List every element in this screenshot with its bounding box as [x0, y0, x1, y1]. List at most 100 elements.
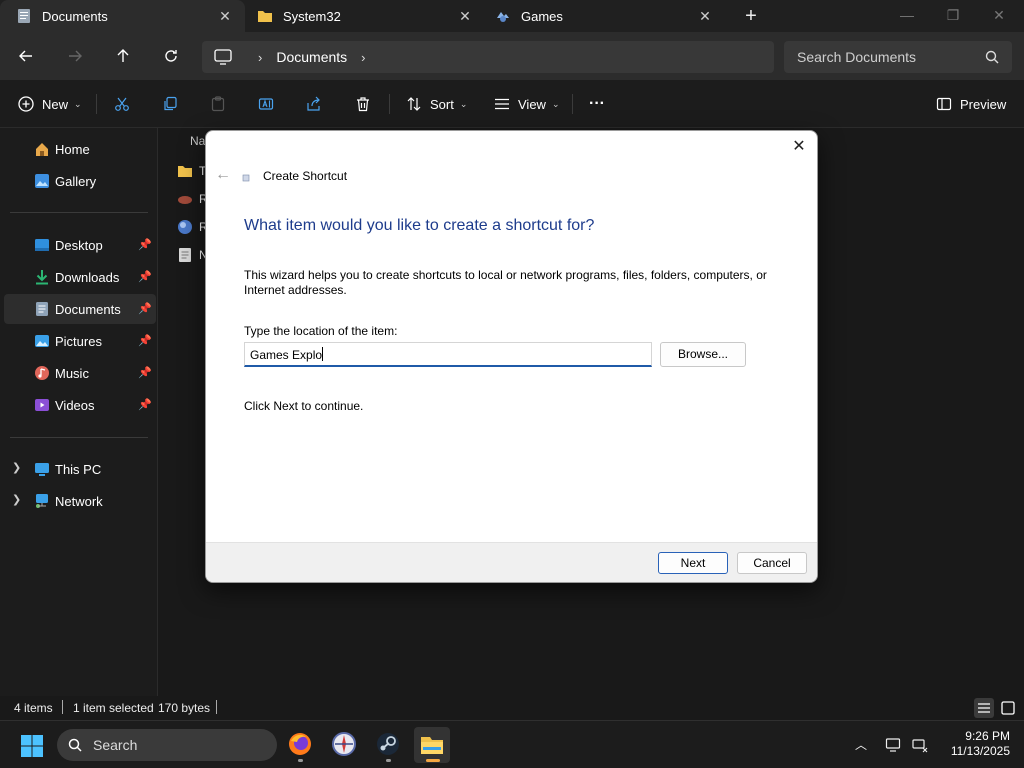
- preview-button[interactable]: Preview: [936, 92, 1006, 116]
- back-button[interactable]: [14, 44, 38, 68]
- dialog-title: Create Shortcut: [263, 169, 348, 183]
- rename-icon: [258, 98, 274, 110]
- chevron-down-icon: ⌄: [551, 98, 560, 109]
- create-shortcut-dialog: ✕ ← Create Shortcut What item would you …: [205, 130, 818, 583]
- details-view-button[interactable]: [974, 698, 994, 718]
- plus-circle-icon: [18, 96, 34, 112]
- sidebar-item-label: Desktop: [55, 237, 103, 253]
- copy-icon: [164, 96, 177, 111]
- close-icon[interactable]: ✕: [789, 137, 809, 157]
- sidebar-item-label: Gallery: [55, 173, 97, 189]
- document-icon: [179, 248, 191, 262]
- new-button[interactable]: New ⌄: [18, 92, 82, 116]
- sidebar-item-videos[interactable]: Videos 📌: [4, 390, 156, 420]
- rename-button[interactable]: [258, 92, 282, 116]
- taskbar-search[interactable]: Search: [57, 729, 277, 761]
- sidebar-item-music[interactable]: Music 📌: [4, 358, 156, 388]
- games-icon: [497, 12, 509, 22]
- cut-button[interactable]: [114, 92, 138, 116]
- browse-button[interactable]: Browse...: [660, 342, 746, 367]
- copy-button[interactable]: [162, 92, 186, 116]
- search-icon: [68, 738, 82, 752]
- delete-button[interactable]: [355, 92, 379, 116]
- cancel-button[interactable]: Cancel: [737, 552, 807, 574]
- share-button[interactable]: [306, 92, 330, 116]
- forward-button[interactable]: [63, 44, 87, 68]
- network-status-icon[interactable]: [911, 736, 929, 754]
- view-button[interactable]: View ⌄: [494, 92, 560, 116]
- view-list-icon: [495, 98, 509, 110]
- clock[interactable]: 9:26 PM 11/13/2025: [940, 729, 1010, 759]
- close-tab-icon[interactable]: ✕: [217, 8, 233, 24]
- sidebar-item-label: This PC: [55, 461, 102, 477]
- folder-icon: [178, 166, 192, 177]
- windows-start-icon[interactable]: [20, 734, 44, 758]
- pin-icon[interactable]: 📌: [138, 366, 152, 379]
- continue-hint: Click Next to continue.: [244, 399, 364, 413]
- taskbar-search-label: Search: [93, 737, 138, 753]
- sidebar-item-desktop[interactable]: Desktop 📌: [4, 230, 156, 260]
- active-indicator: [426, 759, 440, 762]
- sidebar-item-label: Music: [55, 365, 89, 381]
- taskbar-app-steam[interactable]: [370, 727, 406, 763]
- chevron-up-icon[interactable]: ︿: [855, 736, 867, 753]
- address-bar[interactable]: › Documents ›: [202, 41, 774, 73]
- close-window-icon[interactable]: ✕: [976, 0, 1022, 32]
- sidebar-item-label: Downloads: [55, 269, 120, 285]
- pin-icon[interactable]: 📌: [138, 238, 152, 251]
- chevron-right-icon[interactable]: ❯: [12, 461, 21, 474]
- pin-icon[interactable]: 📌: [138, 302, 152, 315]
- column-header-name[interactable]: Na: [190, 134, 205, 148]
- close-tab-icon[interactable]: ✕: [697, 8, 713, 24]
- display-icon[interactable]: [885, 736, 903, 754]
- back-arrow-icon[interactable]: ←: [214, 166, 232, 184]
- close-tab-icon[interactable]: ✕: [457, 8, 473, 24]
- taskbar-app-file-explorer[interactable]: [414, 727, 450, 763]
- maximize-icon[interactable]: ❐: [930, 0, 976, 32]
- next-button[interactable]: Next: [658, 552, 728, 574]
- sidebar-item-this-pc[interactable]: ❯ This PC: [4, 454, 156, 484]
- downloads-icon: [36, 270, 48, 285]
- videos-icon: [35, 399, 49, 411]
- location-input[interactable]: Games Explo: [244, 342, 652, 367]
- sidebar-item-home[interactable]: Home: [4, 134, 156, 164]
- pin-icon[interactable]: 📌: [138, 334, 152, 347]
- tab-system32[interactable]: System32 ✕: [245, 0, 485, 32]
- sidebar-item-network[interactable]: ❯ Network: [4, 486, 156, 516]
- running-indicator: [386, 759, 391, 762]
- tab-label: System32: [283, 8, 341, 24]
- games-app-icon: [332, 732, 356, 756]
- search-input[interactable]: Search Documents: [784, 41, 1012, 73]
- taskbar-app-firefox[interactable]: [282, 727, 318, 763]
- taskbar: Search ︿ 9:26 PM 11/13/2025: [0, 720, 1024, 768]
- minimize-icon[interactable]: —: [884, 0, 930, 32]
- chevron-right-icon[interactable]: ❯: [12, 493, 21, 506]
- refresh-button[interactable]: [159, 44, 183, 68]
- breadcrumb-documents[interactable]: Documents: [276, 49, 347, 65]
- up-button[interactable]: [111, 44, 135, 68]
- navigation-bar: › Documents › Search Documents: [0, 32, 1024, 80]
- tiles-view-button[interactable]: [998, 698, 1018, 718]
- sidebar-item-documents[interactable]: Documents 📌: [4, 294, 156, 324]
- status-bar: 4 items 1 item selected 170 bytes: [0, 696, 1024, 720]
- paste-button[interactable]: [210, 92, 234, 116]
- pin-icon[interactable]: 📌: [138, 398, 152, 411]
- divider: [216, 700, 217, 714]
- pin-icon[interactable]: 📌: [138, 270, 152, 283]
- tab-documents[interactable]: Documents ✕: [0, 0, 245, 32]
- sidebar-item-label: Home: [55, 141, 90, 157]
- new-tab-icon[interactable]: +: [740, 6, 762, 28]
- file-explorer-icon: [421, 737, 443, 754]
- preview-label: Preview: [960, 96, 1007, 112]
- item-count: 4 items: [14, 701, 53, 715]
- sidebar-item-downloads[interactable]: Downloads 📌: [4, 262, 156, 292]
- chevron-right-icon[interactable]: ›: [361, 50, 365, 65]
- sidebar-item-gallery[interactable]: Gallery: [4, 166, 156, 196]
- sort-button[interactable]: Sort ⌄: [406, 92, 467, 116]
- tab-games[interactable]: Games ✕: [485, 0, 725, 32]
- more-options-button[interactable]: ···: [589, 92, 605, 116]
- sidebar-item-pictures[interactable]: Pictures 📌: [4, 326, 156, 356]
- this-pc-icon: [35, 463, 49, 476]
- taskbar-app-games[interactable]: [326, 727, 362, 763]
- tab-label: Documents: [42, 8, 108, 24]
